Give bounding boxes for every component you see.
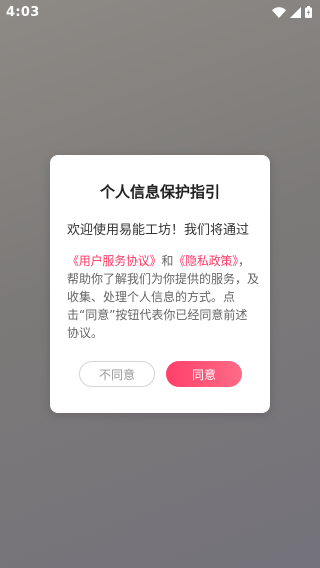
dialog-body-text: 帮助你了解我们为你提供的服务，及收集、处理个人信息的方式。点击“同意”按钮代表你… bbox=[67, 272, 260, 340]
dialog-greeting: 欢迎使用易能工坊！我们将通过 bbox=[67, 223, 250, 238]
comma-text: ， bbox=[238, 254, 250, 268]
privacy-policy-link[interactable]: 《隐私政策》 bbox=[173, 254, 238, 268]
agree-button[interactable]: 同意 bbox=[166, 361, 242, 387]
dialog-title: 个人信息保护指引 bbox=[99, 183, 220, 201]
and-text: 和 bbox=[161, 254, 174, 268]
status-time: 4:03 bbox=[6, 4, 40, 20]
status-icons bbox=[272, 6, 312, 18]
dialog-body: 《用户服务协议》和《隐私政策》， 帮助你了解我们为你提供的服务，及收集、处理个人… bbox=[67, 252, 259, 342]
wifi-icon bbox=[272, 6, 286, 18]
cellular-signal-icon bbox=[290, 6, 301, 18]
user-agreement-link[interactable]: 《用户服务协议》 bbox=[67, 254, 162, 268]
privacy-dialog: 个人信息保护指引 欢迎使用易能工坊！我们将通过 《用户服务协议》和《隐私政策》，… bbox=[50, 155, 270, 413]
status-bar: 4:03 bbox=[0, 0, 320, 24]
battery-icon bbox=[305, 6, 312, 18]
decline-button[interactable]: 不同意 bbox=[79, 361, 155, 387]
agreement-links-line: 《用户服务协议》和《隐私政策》， bbox=[67, 252, 259, 270]
